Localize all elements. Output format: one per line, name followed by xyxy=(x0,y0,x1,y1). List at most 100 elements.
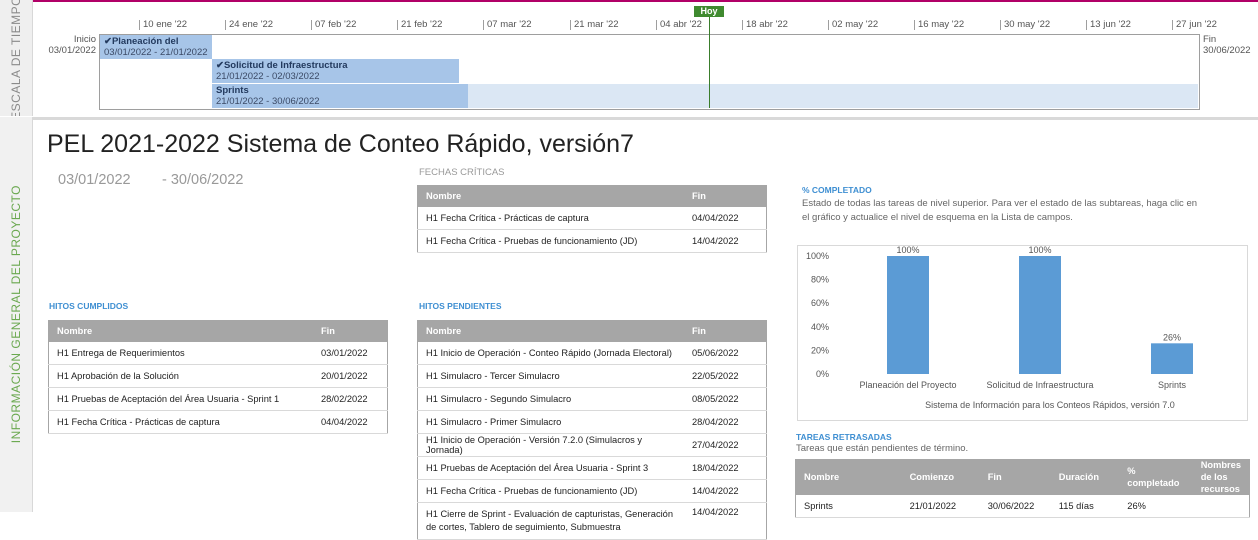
table-header-row: Nombre Fin xyxy=(48,320,388,342)
cell-comienzo: 21/01/2022 xyxy=(901,495,980,518)
table-row[interactable]: H1 Aprobación de la Solución 20/01/2022 xyxy=(48,364,388,388)
x-axis-title: Sistema de Información para los Conteos … xyxy=(925,400,1175,410)
timeline-tick: 27 jun '22 xyxy=(1172,20,1217,30)
table-row[interactable]: H1 Simulacro - Tercer Simulacro 22/05/20… xyxy=(417,364,767,388)
cell-nombre: H1 Pruebas de Aceptación del Área Usuari… xyxy=(417,456,684,480)
cell-nombre: H1 Inicio de Operación - Versión 7.2.0 (… xyxy=(417,433,684,457)
column-header-fin[interactable]: Fin xyxy=(313,320,388,342)
timeline-bar-sprints[interactable]: Sprints 21/01/2022 - 30/06/2022 xyxy=(212,84,468,108)
hitos-pendientes-table: Nombre Fin H1 Inicio de Operación - Cont… xyxy=(417,320,767,540)
table-row[interactable]: H1 Pruebas de Aceptación del Área Usuari… xyxy=(48,387,388,411)
table-row[interactable]: H1 Entrega de Requerimientos 03/01/2022 xyxy=(48,342,388,365)
timeline-start: Inicio 03/01/2022 xyxy=(40,34,96,56)
tareas-retrasadas-label: TAREAS RETRASADAS xyxy=(796,432,892,442)
today-marker: Hoy xyxy=(694,6,724,17)
bar-value-label: 100% xyxy=(1028,246,1051,255)
bar-value-label: 26% xyxy=(1163,332,1181,342)
table-row[interactable]: H1 Fecha Crítica - Prácticas de captura … xyxy=(417,207,767,230)
cell-nombre: H1 Pruebas de Aceptación del Área Usuari… xyxy=(48,387,313,411)
table-row[interactable]: H1 Simulacro - Segundo Simulacro 08/05/2… xyxy=(417,387,767,411)
cell-nombre: H1 Entrega de Requerimientos xyxy=(48,342,313,365)
table-row[interactable]: H1 Fecha Crítica - Pruebas de funcionami… xyxy=(417,229,767,253)
table-header-row: Nombre Fin xyxy=(417,320,767,342)
cell-fin: 03/01/2022 xyxy=(313,342,388,365)
x-tick-label: Planeación del Proyecto xyxy=(859,380,956,390)
column-header-comienzo[interactable]: Comienzo xyxy=(901,459,980,495)
completion-chart-svg: 0% 20% 40% 60% 80% 100% 100% Planeación del Pro… xyxy=(806,245,1193,410)
table-row[interactable]: Sprints 21/01/2022 30/06/2022 115 días 2… xyxy=(795,495,1250,518)
column-header-nombre[interactable]: Nombre xyxy=(417,320,684,342)
column-header-fin[interactable]: Fin xyxy=(684,185,767,207)
completion-chart[interactable]: 0% 20% 40% 60% 80% 100% 100% Planeación del Pro… xyxy=(797,245,1248,421)
hitos-pendientes-label: HITOS PENDIENTES xyxy=(419,301,502,311)
column-header-recursos[interactable]: Nombres de los recursos xyxy=(1192,459,1250,495)
completado-label: % COMPLETADO xyxy=(802,185,872,195)
cell-fin: 04/04/2022 xyxy=(313,410,388,434)
timeline-tick: 13 jun '22 xyxy=(1086,20,1131,30)
fechas-criticas-table: Nombre Fin H1 Fecha Crítica - Prácticas … xyxy=(417,185,767,253)
cell-nombre: H1 Aprobación de la Solución xyxy=(48,364,313,388)
cell-fin: 08/05/2022 xyxy=(684,387,767,411)
cell-nombre: H1 Simulacro - Tercer Simulacro xyxy=(417,364,684,388)
y-tick-label: 100% xyxy=(806,251,829,261)
timeline-bar-planeacion[interactable]: ✔Planeación del 03/01/2022 - 21/01/2022 xyxy=(100,35,212,59)
y-tick-label: 0% xyxy=(816,369,829,379)
y-tick-label: 40% xyxy=(811,322,829,332)
cell-fin: 27/04/2022 xyxy=(684,433,767,457)
chart-bar xyxy=(887,256,929,374)
column-header-completado[interactable]: % completado xyxy=(1119,459,1193,495)
cell-nombre: Sprints xyxy=(795,495,902,518)
cell-recursos xyxy=(1192,495,1250,518)
table-row[interactable]: H1 Pruebas de Aceptación del Área Usuari… xyxy=(417,456,767,480)
timeline-band-label: ESCALA DE TIEMPO xyxy=(9,0,23,116)
cell-completado: 26% xyxy=(1119,495,1193,518)
timeline-tick: 21 feb '22 xyxy=(397,20,442,30)
cell-nombre: H1 Fecha Crítica - Pruebas de funcionami… xyxy=(417,229,684,253)
y-tick-label: 60% xyxy=(811,298,829,308)
hitos-cumplidos-table: Nombre Fin H1 Entrega de Requerimientos … xyxy=(48,320,388,434)
cell-fin: 14/04/2022 xyxy=(684,502,767,540)
table-row[interactable]: H1 Inicio de Operación - Conteo Rápido (… xyxy=(417,342,767,365)
timeline-tick: 02 may '22 xyxy=(828,20,878,30)
table-row[interactable]: H1 Fecha Crítica - Pruebas de funcionami… xyxy=(417,479,767,503)
table-header-row: Nombre Comienzo Fin Duración % completad… xyxy=(795,459,1250,495)
cell-fin: 20/01/2022 xyxy=(313,364,388,388)
timeline-tick: 04 abr '22 xyxy=(656,20,702,30)
cell-fin: 22/05/2022 xyxy=(684,364,767,388)
table-row[interactable]: H1 Cierre de Sprint - Evaluación de capt… xyxy=(417,502,767,540)
column-header-nombre[interactable]: Nombre xyxy=(417,185,684,207)
project-start-date: 03/01/2022 xyxy=(58,172,131,188)
timeline-tick: 07 mar '22 xyxy=(483,20,532,30)
column-header-fin[interactable]: Fin xyxy=(684,320,767,342)
page-title: PEL 2021-2022 Sistema de Conteo Rápido, … xyxy=(47,130,634,158)
table-row[interactable]: H1 Inicio de Operación - Versión 7.2.0 (… xyxy=(417,433,767,457)
x-tick-label: Sprints xyxy=(1158,380,1187,390)
completado-note: Estado de todas las tareas de nivel supe… xyxy=(802,198,1198,223)
timeline-end: Fin 30/06/2022 xyxy=(1203,34,1258,56)
timeline-bar-dates: 03/01/2022 - 21/01/2022 xyxy=(104,47,208,58)
column-header-nombre[interactable]: Nombre xyxy=(795,459,902,495)
cell-nombre: H1 Fecha Crítica - Prácticas de captura xyxy=(417,207,684,230)
timeline-bar-title: Sprints xyxy=(216,85,249,96)
timeline-start-label: Inicio xyxy=(73,34,96,45)
cell-nombre: H1 Cierre de Sprint - Evaluación de capt… xyxy=(417,502,684,540)
cell-fin: 30/06/2022 xyxy=(979,495,1051,518)
column-header-duracion[interactable]: Duración xyxy=(1050,459,1120,495)
timeline-bar-infraestructura[interactable]: ✔Solicitud de Infraestructura 21/01/2022… xyxy=(212,59,459,83)
timeline-tick: 10 ene '22 xyxy=(139,20,187,30)
table-row[interactable]: H1 Simulacro - Primer Simulacro 28/04/20… xyxy=(417,410,767,434)
cell-duracion: 115 días xyxy=(1050,495,1120,518)
project-info-band-label: INFORMACIÓN GENERAL DEL PROYECTO xyxy=(9,185,23,444)
timeline-band: ESCALA DE TIEMPO xyxy=(0,0,33,116)
table-row[interactable]: H1 Fecha Crítica - Prácticas de captura … xyxy=(48,410,388,434)
project-info-band: INFORMACIÓN GENERAL DEL PROYECTO xyxy=(0,117,33,512)
timeline-start-date: 03/01/2022 xyxy=(48,45,96,56)
cell-fin: 14/04/2022 xyxy=(684,479,767,503)
x-tick-label: Solicitud de Infraestructura xyxy=(986,380,1093,390)
timeline-tick: 07 feb '22 xyxy=(311,20,356,30)
bar-value-label: 100% xyxy=(896,246,919,255)
column-header-nombre[interactable]: Nombre xyxy=(48,320,313,342)
timeline-bar-title: ✔Solicitud de Infraestructura xyxy=(216,60,348,71)
cell-fin: 05/06/2022 xyxy=(684,342,767,365)
column-header-fin[interactable]: Fin xyxy=(979,459,1051,495)
